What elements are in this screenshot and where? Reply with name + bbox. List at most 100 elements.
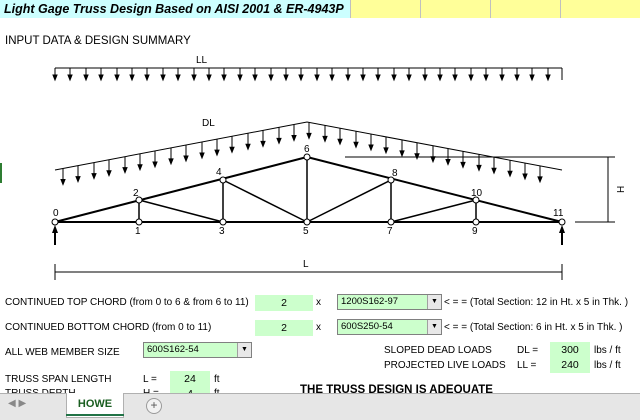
load-arrowhead — [245, 143, 251, 151]
load-arrowhead — [206, 74, 212, 82]
truss-diagram: LL DL H L 0 2 4 6 8 10 11 1 3 5 7 9 — [51, 55, 627, 280]
load-arrowhead — [98, 74, 104, 82]
load-arrowhead — [91, 173, 97, 180]
node-label: 6 — [304, 144, 310, 155]
active-tab-indicator — [66, 414, 124, 416]
web-members — [138, 157, 477, 223]
node-label: 8 — [392, 168, 398, 179]
load-arrowhead — [298, 74, 304, 82]
top-chord-section-value: 1200S162-97 — [341, 296, 399, 307]
span-unit: ft — [214, 374, 220, 385]
load-arrowhead — [529, 74, 535, 82]
load-arrowhead — [375, 74, 381, 82]
top-chord-label: CONTINUED TOP CHORD (from 0 to 6 & from … — [5, 297, 249, 308]
load-arrowhead — [144, 74, 150, 82]
cell-gridline — [350, 0, 351, 18]
dead-load-input[interactable]: 300 — [550, 342, 590, 358]
web-section-select[interactable]: 600S162-54 ▼ — [143, 342, 252, 358]
load-arrowhead — [476, 164, 482, 172]
load-arrowhead — [137, 164, 143, 172]
dead-load-label: SLOPED DEAD LOADS — [384, 345, 492, 356]
node-label: 3 — [219, 226, 225, 237]
bottom-chord-label: CONTINUED BOTTOM CHORD (from 0 to 11) — [5, 322, 212, 333]
load-arrowhead — [422, 74, 428, 82]
load-arrowhead — [537, 176, 543, 184]
truss-members — [54, 156, 563, 223]
bottom-chord-section-select[interactable]: 600S250-54 ▼ — [337, 319, 442, 335]
cell-gridline — [490, 0, 491, 18]
node-label: 1 — [135, 226, 141, 237]
load-arrowhead — [183, 155, 189, 163]
load-arrowhead — [460, 161, 466, 169]
load-arrowhead — [345, 74, 351, 82]
node-label: 4 — [216, 167, 222, 178]
load-arrowhead — [507, 170, 513, 178]
load-arrowhead — [452, 74, 458, 82]
span-symbol: L = — [143, 374, 157, 385]
load-arrowhead — [106, 170, 112, 178]
load-arrowhead — [199, 152, 205, 160]
live-load-input[interactable]: 240 — [550, 357, 590, 373]
load-arrowhead — [152, 161, 158, 169]
load-arrowhead — [221, 74, 227, 82]
load-arrowhead — [67, 74, 73, 82]
load-arrowhead — [406, 74, 412, 82]
load-arrowhead — [445, 159, 451, 166]
dead-load-unit: lbs / ft — [594, 345, 621, 356]
title-row: Light Gage Truss Design Based on AISI 20… — [0, 0, 640, 18]
load-arrowhead — [283, 74, 289, 82]
bottom-chord-qty[interactable]: 2 — [255, 320, 313, 336]
live-load-label: PROJECTED LIVE LOADS — [384, 360, 506, 371]
load-arrowhead — [129, 74, 135, 82]
chevron-down-icon[interactable]: ▼ — [427, 295, 441, 309]
node-label: 10 — [471, 188, 483, 199]
load-arrowhead — [514, 74, 520, 82]
load-arrowhead — [229, 146, 235, 154]
live-load-unit: lbs / ft — [594, 360, 621, 371]
load-arrowhead — [252, 74, 258, 82]
truss-nodes — [51, 153, 566, 226]
h-label: H — [616, 186, 627, 193]
span-input[interactable]: 24 — [170, 371, 210, 387]
load-arrowhead — [391, 74, 397, 82]
load-arrowhead — [237, 74, 243, 82]
node-label: 11 — [553, 208, 564, 219]
add-sheet-icon[interactable]: + — [146, 398, 162, 414]
web-section-value: 600S162-54 — [147, 344, 199, 355]
ll-label: LL — [196, 55, 208, 66]
load-arrowhead — [83, 74, 89, 82]
node-label: 9 — [472, 226, 478, 237]
load-arrowhead — [160, 74, 166, 82]
cell-gridline — [560, 0, 561, 18]
load-arrowhead — [483, 74, 489, 82]
load-arrowhead — [545, 74, 551, 82]
load-arrowhead — [168, 158, 174, 166]
load-arrowhead — [75, 176, 81, 183]
top-chord-section-select[interactable]: 1200S162-97 ▼ — [337, 294, 442, 310]
chevron-down-icon[interactable]: ▼ — [237, 343, 251, 357]
header-yellow-cells — [350, 0, 640, 18]
load-arrowhead — [214, 149, 220, 157]
top-chord-qty[interactable]: 2 — [255, 295, 313, 311]
times-sign: x — [316, 297, 321, 308]
node-label: 2 — [133, 188, 139, 199]
load-arrowhead — [52, 74, 58, 82]
load-arrowhead — [468, 74, 474, 82]
dead-load-symbol: DL = — [517, 345, 539, 356]
load-arrowhead — [383, 147, 389, 155]
chevron-down-icon[interactable]: ▼ — [427, 320, 441, 334]
l-label: L — [303, 259, 309, 270]
section-heading: INPUT DATA & DESIGN SUMMARY — [5, 35, 191, 47]
load-arrowhead — [175, 74, 181, 82]
node-label: 7 — [387, 226, 393, 237]
load-arrowhead — [360, 74, 366, 82]
top-chord-total: < = = (Total Section: 12 in Ht. x 5 in T… — [444, 297, 629, 308]
sheet-nav-arrows[interactable]: ◀ ▶ — [8, 398, 26, 409]
times-sign: x — [316, 322, 321, 333]
load-arrowhead — [522, 173, 528, 181]
bottom-chord-total: < = = (Total Section: 6 in Ht. x 5 in Th… — [444, 322, 623, 333]
load-arrowhead — [191, 74, 197, 82]
web-member-label: ALL WEB MEMBER SIZE — [5, 347, 120, 358]
load-arrowhead — [314, 74, 320, 82]
load-arrowhead — [368, 144, 374, 152]
